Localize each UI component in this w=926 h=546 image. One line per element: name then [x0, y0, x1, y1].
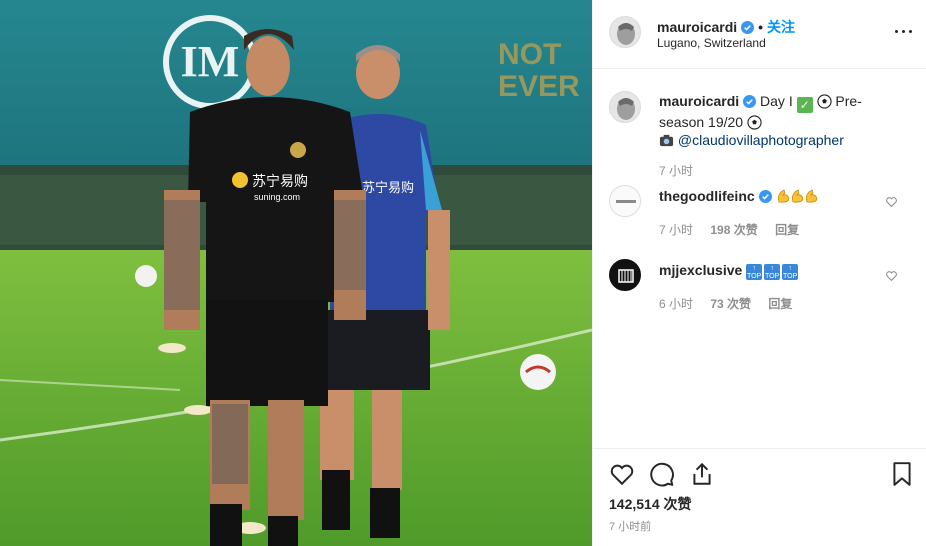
training-photo-illustration: IM NOT EVER 苏宁易购 苏宁易购 suning.com: [0, 0, 592, 546]
comment-2-reply-button[interactable]: 回复: [768, 297, 792, 311]
top-arrow-emoji: ↑ TOP: [764, 264, 781, 280]
banner-text-2: EVER: [498, 70, 580, 103]
comment-1-reply-button[interactable]: 回复: [775, 223, 799, 237]
comments-list[interactable]: mauroicardi Day I ✓ Pre-season 19/20 @cl…: [593, 70, 926, 450]
caption-text: mauroicardi Day I ✓ Pre-season 19/20 @cl…: [659, 92, 891, 149]
comment-avatar-mjjexclusive[interactable]: [609, 259, 641, 291]
comment-1-text: thegoodlifeinc: [659, 187, 891, 205]
muscle-emoji: [777, 189, 789, 203]
comment-1-time[interactable]: 7 小时: [659, 223, 693, 237]
post-like-count[interactable]: 142,514 次赞: [609, 494, 692, 514]
more-options-icon[interactable]: [893, 24, 915, 40]
post-actions: 142,514 次赞 7 小时前: [593, 448, 926, 546]
caption-time[interactable]: 7 小时: [659, 164, 693, 178]
comment-2-like-heart-icon[interactable]: [885, 269, 898, 282]
comment-1-likes[interactable]: 198 次赞: [710, 223, 757, 237]
comment-1-username[interactable]: thegoodlifeinc: [659, 188, 755, 204]
author-avatar[interactable]: [609, 16, 641, 48]
caption-username[interactable]: mauroicardi: [659, 93, 739, 109]
banner-text-1: NOT: [498, 38, 561, 71]
top-arrow-emoji: ↑ TOP: [746, 264, 763, 280]
post-side-panel: mauroicardi • 关注 Lugano, Switzerland mauro…: [592, 0, 926, 546]
comment-icon[interactable]: [649, 461, 675, 487]
top-badge-label: TOP: [747, 273, 762, 280]
comment-2-text: mjjexclusive ↑ TOP↑ TOP↑ TOP: [659, 261, 891, 280]
comment-2-username[interactable]: mjjexclusive: [659, 262, 742, 278]
top-badge-label: TOP: [783, 273, 798, 280]
top-badge-label: TOP: [765, 273, 780, 280]
soccer-ball-emoji: [816, 94, 832, 109]
post-timestamp[interactable]: 7 小时前: [609, 518, 651, 534]
comment-avatar-thegoodlifeinc[interactable]: [609, 185, 641, 217]
caption-avatar[interactable]: [609, 91, 641, 123]
share-icon[interactable]: [689, 461, 715, 487]
comment-2-time[interactable]: 6 小时: [659, 297, 693, 311]
follow-button[interactable]: 关注: [767, 19, 795, 35]
top-arrow-emoji: ↑ TOP: [782, 264, 799, 280]
camera-emoji: [659, 134, 674, 147]
svg-text:IM: IM: [181, 37, 240, 86]
caption-meta: 7 小时: [659, 162, 707, 179]
author-line: mauroicardi • 关注: [657, 17, 795, 37]
check-mark-emoji: ✓: [796, 97, 813, 113]
comment-2-likes[interactable]: 73 次赞: [710, 297, 751, 311]
bookmark-icon[interactable]: [889, 461, 915, 487]
comment-1-like-heart-icon[interactable]: [885, 195, 898, 208]
verified-badge-icon: [741, 21, 755, 34]
post-photo[interactable]: IM NOT EVER 苏宁易购 苏宁易购 suning.com: [0, 0, 592, 546]
author-username[interactable]: mauroicardi: [657, 19, 737, 35]
player-sponsor-cn: 苏宁易购: [252, 173, 308, 190]
comment-2-meta: 6 小时 73 次赞 回复: [659, 295, 806, 312]
muscle-emoji: [791, 189, 803, 203]
verified-badge-icon: [758, 190, 772, 203]
soccer-ball-emoji: [747, 115, 762, 130]
post-location[interactable]: Lugano, Switzerland: [657, 36, 766, 50]
comment-1-meta: 7 小时 198 次赞 回复: [659, 221, 813, 238]
coach-sponsor-text: 苏宁易购: [362, 180, 414, 196]
verified-badge-icon: [743, 95, 757, 108]
player-sponsor-en: suning.com: [254, 192, 300, 202]
separator-dot: •: [758, 19, 764, 35]
heart-icon[interactable]: [609, 461, 635, 487]
muscle-emoji: [805, 189, 817, 203]
instagram-post: IM NOT EVER 苏宁易购 苏宁易购 suning.com mauroic…: [0, 0, 926, 546]
caption-part1: Day I: [760, 93, 793, 109]
photographer-mention[interactable]: @claudiovillaphotographer: [678, 132, 844, 148]
post-header: mauroicardi • 关注 Lugano, Switzerland: [593, 0, 926, 69]
